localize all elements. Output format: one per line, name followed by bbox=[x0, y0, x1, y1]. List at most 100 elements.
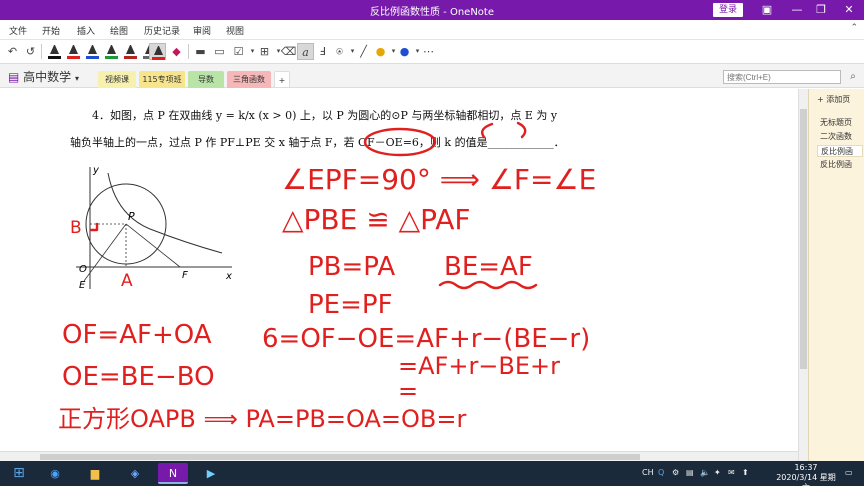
notebook-name: 高中数学 bbox=[23, 70, 72, 84]
ink-label-b: B bbox=[70, 218, 82, 238]
label-o: O bbox=[79, 264, 87, 275]
tab-home[interactable]: 开始 bbox=[42, 24, 60, 37]
section-tab-trig[interactable]: 三角函数 bbox=[227, 71, 271, 88]
scroll-thumb[interactable] bbox=[800, 109, 807, 369]
clock-time: 16:37 bbox=[794, 463, 818, 472]
ink-line-10: OE=BE−BO bbox=[62, 362, 215, 392]
handwritten-annotations: B A ∠EPF=90° ⟹ ∠F=∠E △PBE ≌ △PAF PB=PA B… bbox=[58, 121, 596, 433]
pen-red-selected-icon[interactable] bbox=[149, 43, 166, 60]
add-page-button[interactable]: + 添加页 bbox=[817, 94, 850, 105]
label-y: y bbox=[92, 165, 100, 176]
ink-line-2: △PBE ≌ △PAF bbox=[282, 203, 470, 236]
ribbon-display-icon[interactable]: ▣ bbox=[758, 2, 776, 18]
chevron-down-icon: ▾ bbox=[75, 74, 80, 83]
toolbar-divider bbox=[188, 44, 189, 59]
minimize-button[interactable]: — bbox=[788, 2, 806, 18]
title-bar: 反比例函数性质 - OneNote 登录 ▣ — ❐ ✕ bbox=[0, 0, 864, 20]
undo-icon[interactable]: ↶ bbox=[4, 43, 21, 60]
ink-line-8: =AF+r−BE+r bbox=[398, 352, 560, 380]
ink-circle-condition bbox=[363, 127, 437, 157]
browser-icon[interactable]: ◉ bbox=[40, 463, 70, 484]
file-explorer-icon[interactable]: ▆ bbox=[80, 463, 110, 484]
page-item[interactable]: 二次函数 bbox=[817, 131, 863, 143]
add-section-button[interactable]: + bbox=[274, 71, 290, 88]
hyperbola-curve bbox=[107, 172, 223, 254]
tab-review[interactable]: 审阅 bbox=[193, 24, 211, 37]
pen-red-icon[interactable] bbox=[65, 43, 82, 60]
search-input[interactable] bbox=[723, 70, 841, 84]
tab-draw[interactable]: 绘图 bbox=[110, 24, 128, 37]
system-clock[interactable]: 16:37 2020/3/14 星期六 bbox=[775, 463, 837, 493]
tab-insert[interactable]: 插入 bbox=[77, 24, 95, 37]
eraser-icon[interactable]: ⌫ bbox=[280, 43, 297, 60]
ink-underline-wave bbox=[438, 280, 538, 290]
color-icon[interactable]: ▭ bbox=[211, 43, 228, 60]
chevron-up-icon[interactable]: ⌃ bbox=[850, 23, 858, 33]
login-button[interactable]: 登录 bbox=[713, 3, 743, 17]
type-text-icon[interactable]: a bbox=[297, 43, 314, 60]
ink-to-text-icon[interactable]: Ⅎ bbox=[314, 43, 331, 60]
page-item[interactable]: 反比例函 bbox=[817, 159, 863, 171]
onenote-icon[interactable]: N bbox=[158, 463, 188, 484]
video-app-icon[interactable]: ▶ bbox=[196, 463, 226, 484]
notebook-icon: ▤ bbox=[8, 70, 20, 84]
section-tab-115[interactable]: 115专项班 bbox=[139, 71, 185, 88]
language-indicator[interactable]: CH bbox=[642, 468, 654, 477]
windows-taskbar: ⊞ ◉ ▆ ◈ N ▶ CH Q ⚙ ▤ 🔈 ✦ ✉ ⬆ 16:37 2020/… bbox=[0, 461, 864, 492]
page-item[interactable]: 无标题页 bbox=[817, 117, 863, 129]
maximize-button[interactable]: ❐ bbox=[812, 2, 830, 18]
page-item-active[interactable]: 反比例函 bbox=[817, 145, 863, 157]
tray-icon[interactable]: ⬆ bbox=[742, 468, 749, 477]
vertical-scrollbar[interactable] bbox=[798, 89, 808, 461]
tab-history[interactable]: 历史记录 bbox=[144, 24, 180, 37]
highlighter-icon[interactable]: ◆ bbox=[168, 43, 185, 60]
start-icon[interactable]: ⊞ bbox=[4, 463, 34, 484]
ink-line-9: = bbox=[398, 377, 418, 405]
more-icon[interactable]: ⋯ bbox=[420, 43, 437, 60]
ink-line-7: 6=OF−OE=AF+r−(BE−r) bbox=[262, 324, 590, 354]
close-button[interactable]: ✕ bbox=[840, 2, 858, 18]
label-p: P bbox=[128, 210, 135, 223]
section-tab-video[interactable]: 视频课 bbox=[98, 71, 136, 88]
pen-blue-icon[interactable] bbox=[84, 43, 101, 60]
ink-label-a: A bbox=[121, 271, 133, 291]
pen-black-icon[interactable] bbox=[46, 43, 63, 60]
network-icon[interactable]: ▤ bbox=[686, 468, 694, 477]
volume-icon[interactable]: 🔈 bbox=[700, 468, 710, 477]
ink-line-1: ∠EPF=90° ⟹ ∠F=∠E bbox=[282, 163, 596, 196]
ruler-icon[interactable]: ╱ bbox=[355, 43, 372, 60]
tab-view[interactable]: 视图 bbox=[226, 24, 244, 37]
notebook-picker[interactable]: ▤ 高中数学 ▾ bbox=[8, 68, 79, 85]
ink-line-4: BE=AF bbox=[444, 252, 533, 282]
tray-icon[interactable]: ✉ bbox=[728, 468, 735, 477]
horizontal-scrollbar[interactable] bbox=[0, 451, 798, 461]
ink-line-11: 正方形OAPB ⟹ PA=PB=OA=OB=r bbox=[58, 405, 466, 433]
ink-line-5: PE=PF bbox=[308, 290, 393, 320]
ink-line-3: PB=PA bbox=[308, 252, 395, 282]
page-list: + 添加页 无标题页 二次函数 反比例函 反比例函 bbox=[808, 89, 864, 461]
tray-icon[interactable]: ⚙ bbox=[672, 468, 679, 477]
search-icon[interactable]: ⌕ bbox=[846, 70, 860, 84]
page-canvas[interactable]: 4．如图，点 P 在双曲线 y = k/x (x > 0) 上，以 P 为圆心的… bbox=[0, 89, 808, 461]
tray-icon[interactable]: ✦ bbox=[714, 468, 721, 477]
lasso-icon[interactable]: ↺ bbox=[22, 43, 39, 60]
notifications-icon[interactable]: ▭ bbox=[845, 468, 853, 477]
clock-date: 2020/3/14 星期六 bbox=[776, 473, 836, 492]
thickness-icon[interactable]: ▬ bbox=[192, 43, 209, 60]
toolbar-divider bbox=[41, 44, 42, 59]
label-f: F bbox=[182, 270, 188, 281]
ink-bracket-tangent bbox=[481, 121, 527, 139]
scroll-thumb[interactable] bbox=[40, 454, 640, 460]
ribbon-tabs: 文件 开始 插入 绘图 历史记录 审阅 视图 ⌃ bbox=[0, 20, 864, 40]
section-tab-derivative[interactable]: 导数 bbox=[188, 71, 224, 88]
app-icon[interactable]: ◈ bbox=[120, 463, 150, 484]
ink-right-angle bbox=[89, 222, 99, 232]
label-x: x bbox=[225, 271, 232, 282]
tab-file[interactable]: 文件 bbox=[9, 24, 27, 37]
pen-green-icon[interactable] bbox=[103, 43, 120, 60]
ink-layer: P O E F x y B A ∠EPF=90° ⟹ ∠F=∠E △PBE ≌ … bbox=[58, 121, 596, 433]
draw-toolbar: ↶ ↺ ◆ ▬ ▭ ☑ ▾ ⊞ ▾ ⌫ a Ⅎ ⍟ ▾ ╱ ● ▾ ● ▾ ⋯ bbox=[0, 40, 864, 64]
input-method-icon[interactable]: Q bbox=[658, 468, 664, 477]
geometry-figure: P O E F x y bbox=[76, 165, 232, 291]
pen-dark-red-icon[interactable] bbox=[122, 43, 139, 60]
